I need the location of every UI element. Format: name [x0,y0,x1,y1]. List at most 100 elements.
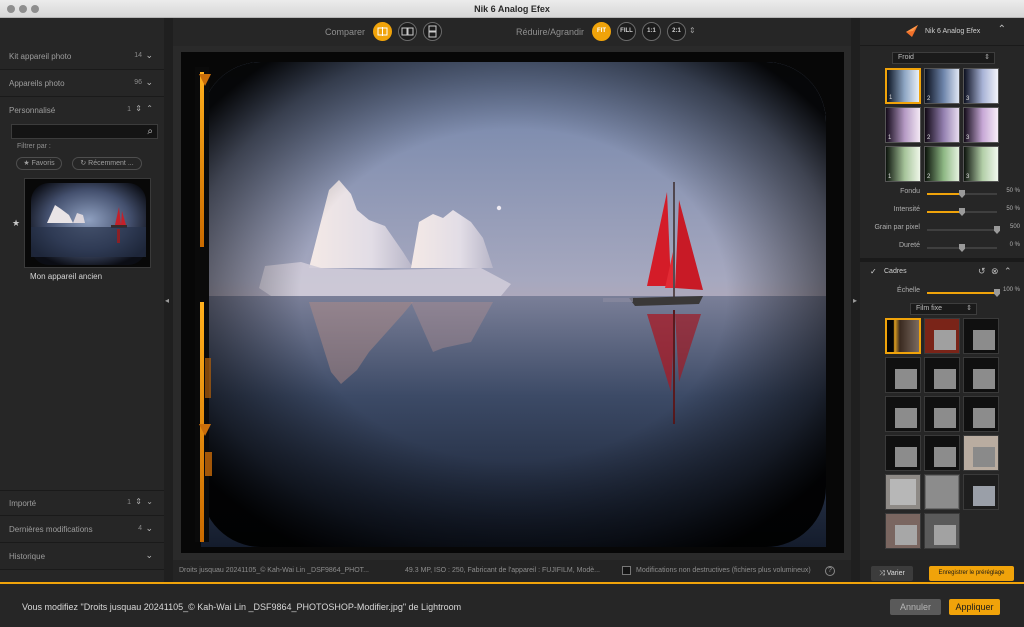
nondestructive-checkbox[interactable] [622,566,631,575]
frame-thumb-13[interactable] [885,474,921,510]
frame-thumb-10[interactable] [885,435,921,471]
slider-handle[interactable] [994,289,1000,297]
preset-green-2[interactable]: 2 [924,146,960,182]
section-history[interactable]: Historique ⌄ [0,544,164,570]
chevron-up-icon[interactable]: ⌃ [1004,266,1012,277]
preset-cool-1[interactable]: 1 [885,68,921,104]
slider-handle[interactable] [959,208,965,216]
filter-recent-button[interactable]: ↻ Récemment ... [72,157,142,170]
preset-cool-2[interactable]: 2 [924,68,960,104]
save-preset-button[interactable]: Enregistrer le préréglage [929,566,1014,581]
slider-fade[interactable]: Fondu 50 % [860,186,1024,200]
slider-fill [927,292,997,294]
section-camera-kits[interactable]: Kit appareil photo 14 ⌄ [0,44,164,70]
zoom-fit-button[interactable]: FIT [592,22,611,41]
frame-thumb-2[interactable] [924,318,960,354]
frame-thumb-15[interactable] [963,474,999,510]
frame-thumb-9[interactable] [963,396,999,432]
preset-thumbnail[interactable] [24,178,151,268]
sort-icon[interactable]: ⇕ [135,497,142,506]
filter-favorites-button[interactable]: ★ Favoris [16,157,62,170]
image-metadata: 49.3 MP, ISO : 250, Fabricant de l'appar… [405,567,600,574]
slider-label: Fondu [900,188,920,195]
reset-icon[interactable]: ↺ [978,266,986,277]
tone-select[interactable]: Froid ⇕ [892,52,995,64]
slider-track[interactable] [927,289,1000,297]
frame-thumb-6[interactable] [963,357,999,393]
close-circle-icon[interactable]: ⊗ [991,266,999,277]
chevron-down-icon[interactable]: ⌄ [146,497,153,506]
vary-button[interactable]: ⤨ Varier [871,566,913,581]
right-panel-toggle[interactable]: ▸ [851,18,860,582]
frame-thumb-17[interactable] [924,513,960,549]
slider-hardness[interactable]: Dureté 0 % [860,240,1024,254]
section-label: Historique [9,552,46,561]
slider-track[interactable] [927,226,1000,234]
frame-thumb-12[interactable] [963,435,999,471]
slider-grain[interactable]: Grain par pixel 500 [860,222,1024,236]
sort-icon[interactable]: ⇕ [135,104,142,113]
preview-image[interactable] [181,52,844,553]
chevron-up-icon[interactable]: ⌃ [146,104,153,113]
compare-stacked-button[interactable] [423,22,442,41]
frame-thumb-7[interactable] [885,396,921,432]
preset-violet-2[interactable]: 2 [924,107,960,143]
preset-number: 2 [927,96,931,102]
frames-enabled-checkbox[interactable]: ✓ [870,267,877,276]
slider-track[interactable] [927,244,997,252]
section-cameras[interactable]: Appareils photo 96 ⌄ [0,71,164,97]
slider-scale[interactable]: Échelle 100 % [860,285,1024,299]
preset-green-3[interactable]: 3 [963,146,999,182]
zoom-fill-button[interactable]: FILL [617,22,636,41]
side-by-side-icon [401,27,414,36]
select-stepper-icon: ⇕ [966,305,972,312]
preset-number: 3 [966,96,970,102]
frame-thumb-11[interactable] [924,435,960,471]
compare-side-by-side-button[interactable] [398,22,417,41]
section-custom[interactable]: Personnalisé 1 ⇕ ⌃ [0,98,164,124]
frame-thumb-3[interactable] [963,318,999,354]
frame-thumb-16[interactable] [885,513,921,549]
section-imported[interactable]: Importé 1 ⇕ ⌄ [0,490,164,516]
left-panel-toggle[interactable]: ◂ [164,18,173,582]
section-recent-edits[interactable]: Dernières modifications 4 ⌄ [0,517,164,543]
help-icon[interactable]: ? [825,566,835,576]
frame-preview-area [895,525,917,545]
section-count: 14 [134,52,142,59]
star-icon[interactable]: ★ [12,218,20,229]
chevron-down-icon[interactable]: ⌄ [145,523,153,534]
chevron-down-icon[interactable]: ⌄ [145,550,153,561]
stacked-view-icon [428,25,437,38]
slider-handle[interactable] [959,244,965,252]
chevron-left-icon[interactable]: ◂ [165,296,169,305]
preset-violet-3[interactable]: 3 [963,107,999,143]
frame-thumb-8[interactable] [924,396,960,432]
preset-violet-1[interactable]: 1 [885,107,921,143]
cancel-button[interactable]: Annuler [890,599,941,615]
slider-track[interactable] [927,208,997,216]
chevron-up-icon[interactable]: ⌃ [998,24,1006,35]
zoom-1-1-button[interactable]: 1:1 [642,22,661,41]
chevron-down-icon[interactable]: ⌄ [145,50,153,61]
zoom-stepper-icon[interactable]: ⇕ [689,26,696,35]
preset-search-input[interactable]: ⌕ [11,124,158,139]
chevron-right-icon[interactable]: ▸ [853,296,857,305]
preset-cool-3[interactable]: 3 [963,68,999,104]
preset-green-1[interactable]: 1 [885,146,921,182]
section-count: 1 [127,499,131,506]
frame-thumb-14[interactable] [924,474,960,510]
slider-intensity[interactable]: Intensité 50 % [860,204,1024,218]
host-bottom-bar: Vous modifiez "Droits jusquau 20241105_©… [0,582,1024,627]
frame-type-select[interactable]: Film fixe ⇕ [910,303,977,315]
slider-handle[interactable] [994,226,1000,234]
chevron-down-icon[interactable]: ⌄ [145,77,153,88]
zoom-2-1-button[interactable]: 2:1 [667,22,686,41]
frame-thumb-5[interactable] [924,357,960,393]
slider-handle[interactable] [959,190,965,198]
slider-track[interactable] [927,190,997,198]
frame-thumb-4[interactable] [885,357,921,393]
frame-thumb-1[interactable] [885,318,921,354]
compare-split-button[interactable] [373,22,392,41]
apply-button[interactable]: Appliquer [949,599,1000,615]
search-icon[interactable]: ⌕ [147,126,153,137]
